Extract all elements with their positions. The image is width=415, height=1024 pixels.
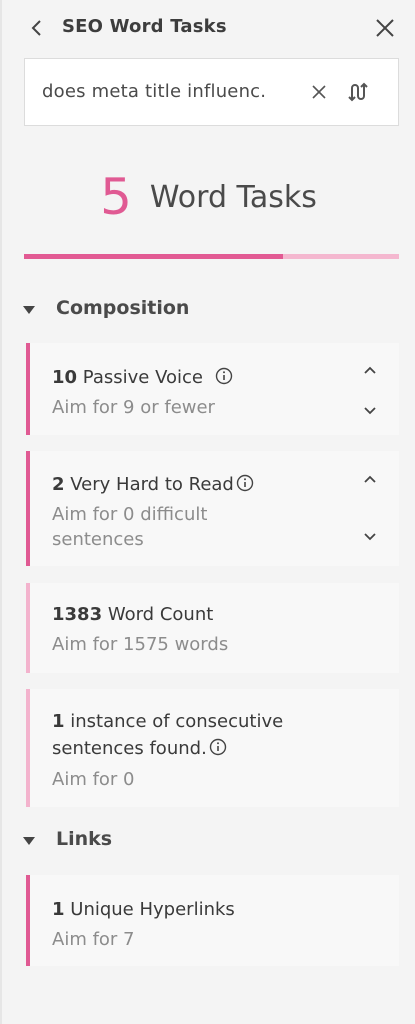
task-title: 2 Very Hard to Read	[52, 472, 254, 498]
close-icon[interactable]	[373, 16, 397, 40]
task-name-line-1: instance of consecutive	[70, 711, 284, 732]
section-label-links: Links	[56, 828, 113, 850]
keyword-input[interactable]: does meta title influenc.	[42, 81, 300, 102]
info-icon[interactable]	[236, 474, 254, 492]
task-count: 1	[52, 899, 65, 920]
task-name: Passive Voice	[82, 367, 203, 388]
task-card-unique-hyperlinks[interactable]: 1 Unique Hyperlinks Aim for 7	[26, 875, 399, 966]
task-card-consecutive-sentences[interactable]: 1 instance of consecutive sentences foun…	[26, 689, 399, 807]
task-name: Very Hard to Read	[70, 474, 234, 495]
chevron-left-icon[interactable]	[26, 17, 48, 39]
task-name: Unique Hyperlinks	[70, 899, 235, 920]
chevron-down-icon[interactable]	[362, 529, 378, 545]
info-icon[interactable]	[215, 367, 233, 385]
task-count-number: 5	[100, 168, 132, 226]
panel-title: SEO Word Tasks	[62, 16, 227, 37]
task-card-word-count[interactable]: 1383 Word Count Aim for 1575 words	[26, 583, 399, 673]
chevron-down-icon[interactable]	[362, 403, 378, 419]
task-progress-bar	[24, 254, 399, 259]
task-title: 1 instance of consecutive	[52, 709, 283, 735]
task-count: 2	[52, 474, 65, 495]
swap-icon[interactable]	[347, 80, 371, 104]
task-title: 1 Unique Hyperlinks	[52, 897, 235, 923]
task-goal: Aim for 7	[52, 929, 135, 950]
task-goal: Aim for 0	[52, 769, 135, 790]
task-goal-line-2: sentences	[52, 529, 144, 550]
task-title-line-2: sentences found.	[52, 736, 227, 762]
task-count: 1383	[52, 604, 103, 625]
task-name-line-2: sentences found.	[52, 738, 207, 759]
caret-down-icon	[23, 837, 35, 845]
keyword-input-box[interactable]: does meta title influenc.	[24, 58, 399, 126]
chevron-up-icon[interactable]	[362, 471, 378, 487]
section-label-composition: Composition	[56, 297, 190, 319]
task-title: 10 Passive Voice	[52, 365, 233, 391]
task-progress-fill	[24, 254, 283, 259]
task-count-label: Word Tasks	[149, 179, 317, 215]
task-goal-line-1: Aim for 0 difficult	[52, 504, 208, 525]
panel-header: SEO Word Tasks	[2, 0, 415, 56]
task-card-passive-voice[interactable]: 10 Passive Voice Aim for 9 or fewer	[26, 343, 399, 435]
clear-x-icon[interactable]	[310, 83, 328, 101]
task-card-very-hard-to-read[interactable]: 2 Very Hard to Read Aim for 0 difficult …	[26, 451, 399, 566]
task-goal: Aim for 9 or fewer	[52, 397, 215, 418]
task-count-summary: 5 Word Tasks	[2, 168, 415, 226]
task-count: 1	[52, 711, 65, 732]
info-icon[interactable]	[209, 738, 227, 756]
task-count: 10	[52, 367, 78, 388]
task-title: 1383 Word Count	[52, 602, 213, 628]
caret-down-icon	[23, 306, 35, 314]
task-goal: Aim for 1575 words	[52, 634, 229, 655]
task-name: Word Count	[107, 604, 214, 625]
chevron-up-icon[interactable]	[362, 362, 378, 378]
